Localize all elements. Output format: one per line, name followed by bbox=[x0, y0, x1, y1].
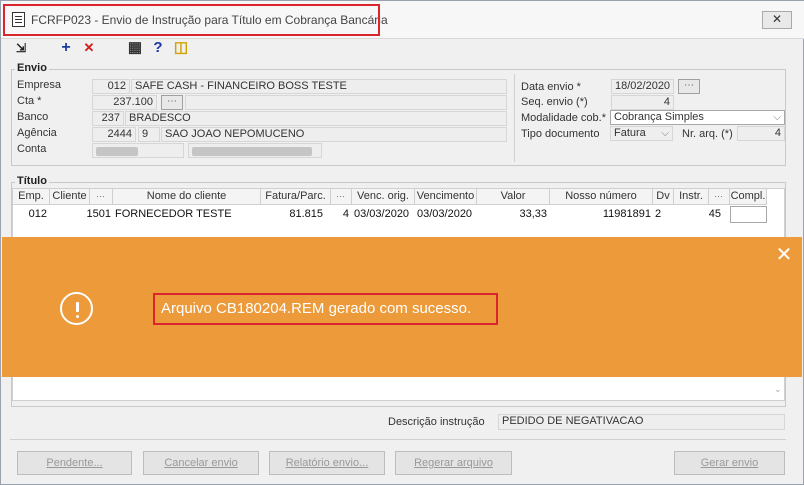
empresa-label: Empresa bbox=[17, 79, 62, 91]
banco-label: Banco bbox=[17, 111, 49, 123]
banco-name-field: BRADESCO bbox=[125, 111, 507, 126]
conta-number-field bbox=[92, 143, 184, 158]
notification-close-icon[interactable]: ✕ bbox=[775, 245, 793, 265]
chevron-down-icon: ⌵ bbox=[773, 112, 781, 123]
cancelar-envio-button[interactable]: Cancelar envio bbox=[143, 451, 259, 475]
column-header-nosso-numero[interactable]: Nosso número bbox=[550, 189, 653, 205]
tipo-documento-select[interactable]: Fatura ⌵ bbox=[610, 126, 673, 141]
column-header-compl[interactable]: Compl. bbox=[730, 189, 767, 205]
modalidade-select[interactable]: Cobrança Simples ⌵ bbox=[610, 110, 785, 125]
data-envio-label: Data envio * bbox=[521, 81, 581, 93]
add-icon[interactable]: + bbox=[58, 40, 74, 56]
redacted-text bbox=[96, 147, 138, 156]
agencia-label: Agência bbox=[17, 127, 57, 139]
column-header-instr-lookup[interactable]: ⋯ bbox=[709, 189, 730, 205]
column-header-instr[interactable]: Instr. bbox=[674, 189, 709, 205]
envio-divider bbox=[514, 74, 515, 162]
column-header-venc-orig[interactable]: Venc. orig. bbox=[352, 189, 415, 205]
date-picker-button[interactable]: ⋯ bbox=[678, 79, 700, 94]
column-header-valor[interactable]: Valor bbox=[477, 189, 550, 205]
door-exit-icon[interactable]: ◫ bbox=[173, 40, 189, 56]
cell-nosso-numero[interactable]: 11981891 bbox=[550, 206, 651, 223]
column-header-vencimento[interactable]: Vencimento bbox=[415, 189, 477, 205]
lookup-icon: ⋯ bbox=[336, 191, 345, 201]
column-header-emp[interactable]: Emp. bbox=[13, 189, 50, 205]
data-envio-field[interactable]: 18/02/2020 bbox=[611, 79, 674, 94]
descricao-instrucao-field: PEDIDO DE NEGATIVACAO bbox=[498, 414, 785, 430]
banco-code-field: 237 bbox=[92, 111, 124, 126]
conta-holder-field bbox=[188, 143, 322, 158]
main-window: FCRFP023 - Envio de Instrução para Títul… bbox=[0, 0, 804, 485]
envio-group-label: Envio bbox=[15, 62, 49, 74]
nr-arq-field: 4 bbox=[737, 126, 785, 141]
cell-emp[interactable]: 012 bbox=[13, 206, 47, 223]
column-header-fatura-parc[interactable]: Fatura/Parc. bbox=[261, 189, 331, 205]
alert-icon bbox=[60, 292, 93, 325]
calendar-grid-icon[interactable]: ▦ bbox=[127, 40, 143, 56]
agencia-name-field: SAO JOAO NEPOMUCENO bbox=[161, 127, 507, 142]
gerar-envio-button[interactable]: Gerar envio bbox=[674, 451, 785, 475]
cta-lookup-button[interactable]: ⋯ bbox=[161, 95, 183, 110]
title-highlight-box bbox=[3, 4, 380, 36]
cell-dv[interactable]: 2 bbox=[655, 206, 674, 223]
cell-compl-input[interactable] bbox=[730, 206, 767, 223]
agencia-code-field: 2444 bbox=[92, 127, 136, 142]
chevron-down-icon: ⌵ bbox=[661, 128, 669, 139]
agencia-digit-field: 9 bbox=[138, 127, 160, 142]
tipo-documento-value: Fatura bbox=[614, 127, 646, 139]
column-header-fatura-lookup[interactable]: ⋯ bbox=[331, 189, 352, 205]
tipo-documento-label: Tipo documento bbox=[521, 128, 600, 140]
modalidade-label: Modalidade cob.* bbox=[521, 112, 607, 124]
regerar-arquivo-button[interactable]: Regerar arquivo bbox=[395, 451, 512, 475]
relatorio-envio-button[interactable]: Relatório envio... bbox=[269, 451, 385, 475]
seq-envio-field: 4 bbox=[611, 95, 674, 110]
cell-instr[interactable]: 45 bbox=[674, 206, 721, 223]
delete-icon[interactable]: ✕ bbox=[81, 40, 97, 56]
cta-label: Cta * bbox=[17, 95, 42, 107]
column-header-nome-cliente[interactable]: Nome do cliente bbox=[113, 189, 261, 205]
lookup-icon: ⋯ bbox=[96, 191, 105, 201]
descricao-instrucao-label: Descrição instrução bbox=[388, 416, 485, 428]
titulo-group-label: Título bbox=[15, 175, 49, 187]
empresa-code-field: 012 bbox=[92, 79, 130, 94]
column-header-cliente-lookup[interactable]: ⋯ bbox=[90, 189, 113, 205]
exit-icon[interactable]: ⇲ bbox=[13, 40, 29, 56]
footer-divider bbox=[10, 439, 786, 440]
nr-arq-label: Nr. arq. (*) bbox=[682, 128, 733, 140]
notification-message: Arquivo CB180204.REM gerado com sucesso. bbox=[161, 300, 472, 317]
lookup-icon: ⋯ bbox=[714, 191, 723, 201]
column-header-cliente[interactable]: Cliente bbox=[50, 189, 90, 205]
scroll-down-icon[interactable]: ⌄ bbox=[774, 384, 782, 395]
pendente-button[interactable]: Pendente... bbox=[17, 451, 132, 475]
empresa-name-field: SAFE CASH - FINANCEIRO BOSS TESTE bbox=[131, 79, 507, 94]
cell-venc-orig[interactable]: 03/03/2020 bbox=[354, 206, 415, 223]
cell-vencimento[interactable]: 03/03/2020 bbox=[417, 206, 477, 223]
cell-nome-cliente[interactable]: FORNECEDOR TESTE bbox=[115, 206, 259, 223]
conta-label: Conta bbox=[17, 143, 47, 155]
cell-cliente[interactable]: 1501 bbox=[50, 206, 111, 223]
cell-valor[interactable]: 33,33 bbox=[477, 206, 547, 223]
modalidade-value: Cobrança Simples bbox=[614, 111, 704, 123]
cta-description-field bbox=[185, 95, 507, 110]
cell-fatura[interactable]: 81.815 bbox=[261, 206, 323, 223]
seq-envio-label: Seq. envio (*) bbox=[521, 96, 588, 108]
window-close-button[interactable]: ✕ bbox=[762, 11, 792, 29]
column-header-dv[interactable]: Dv bbox=[653, 189, 674, 205]
help-icon[interactable]: ? bbox=[150, 40, 166, 56]
cta-field[interactable]: 237.100 bbox=[92, 95, 157, 110]
redacted-text bbox=[192, 147, 312, 156]
cell-parcela[interactable]: 4 bbox=[331, 206, 349, 223]
